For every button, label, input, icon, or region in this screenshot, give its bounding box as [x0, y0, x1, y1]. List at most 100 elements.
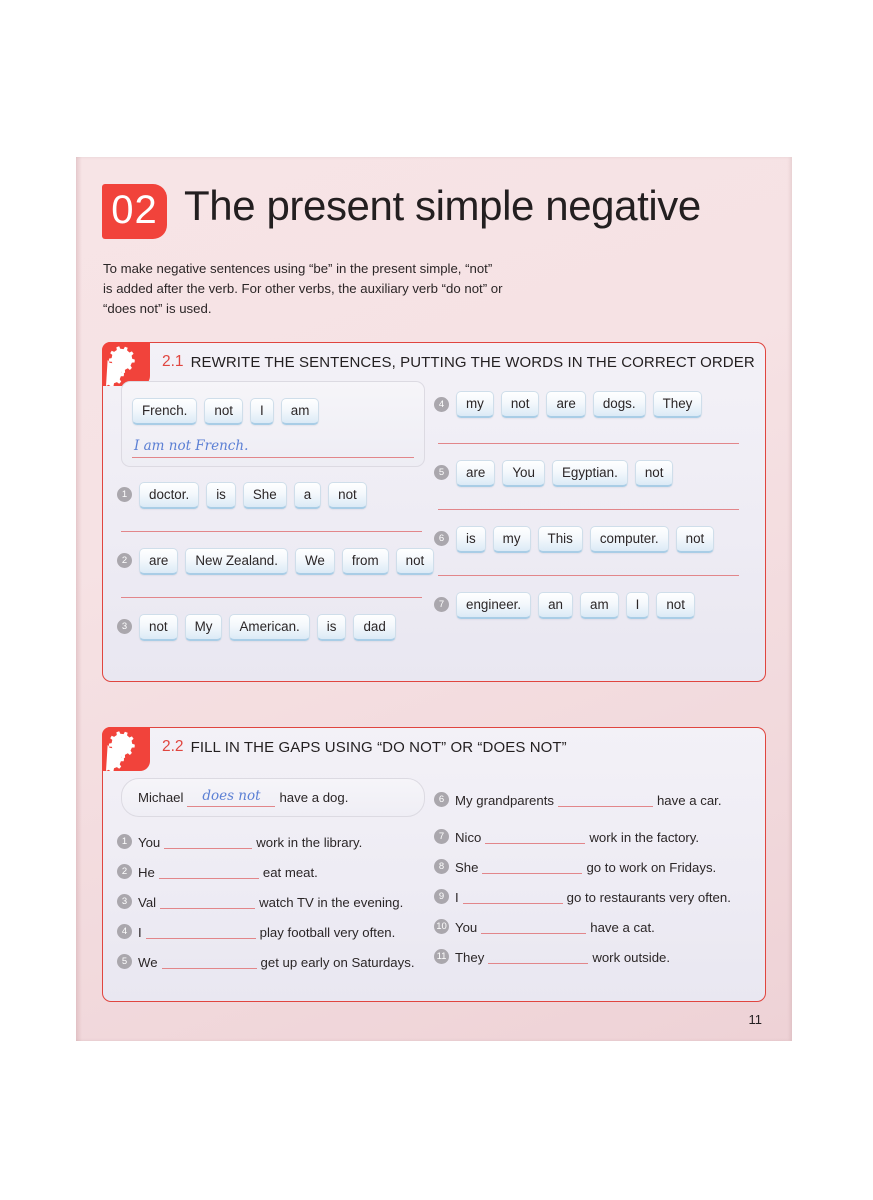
gap-fill-row: 2 He eat meat. [117, 857, 434, 887]
gap-fill-row: 5 We get up early on Saturdays. [117, 947, 434, 977]
word-tile[interactable]: I [250, 397, 274, 425]
item-number-badge: 2 [117, 864, 132, 880]
gap-fill-row: 4 I play football very often. [117, 917, 434, 947]
answer-blank[interactable] [462, 891, 563, 904]
row-subject: Val [138, 894, 157, 910]
item-number-badge: 5 [117, 954, 132, 970]
item-number-badge: 3 [117, 894, 132, 910]
gap-fill-row: 1 You work in the library. [117, 827, 434, 857]
row-subject: You [455, 919, 478, 935]
item-number-badge: 5 [434, 465, 449, 480]
row-subject: We [138, 954, 158, 970]
exercise-2-2-right-column: 6 My grandparents have a car. 7 Nico wor… [434, 778, 751, 977]
row-predicate: have a cat. [590, 919, 655, 935]
row-subject: My grandparents [455, 792, 554, 808]
word-tile[interactable]: an [538, 591, 574, 619]
row-subject: I [138, 924, 142, 940]
word-tile[interactable]: am [580, 591, 619, 619]
word-tile[interactable]: is [456, 525, 486, 553]
word-tile[interactable]: not [634, 459, 674, 487]
word-tile[interactable]: not [328, 481, 367, 509]
word-tile[interactable]: a [293, 481, 322, 509]
word-tile[interactable]: not [204, 397, 244, 425]
word-tile[interactable]: engineer. [456, 591, 532, 619]
page-title: The present simple negative [184, 182, 701, 229]
answer-blank[interactable] [481, 921, 587, 934]
exercise-2-1-row: 2 are New Zealand. We from not [117, 541, 435, 607]
row-subject: You [138, 834, 161, 850]
word-tile[interactable]: from [341, 547, 389, 575]
answer-blank[interactable] [482, 861, 583, 874]
answer-blank[interactable] [557, 794, 653, 807]
item-number-badge: 1 [117, 487, 132, 503]
word-tile[interactable]: French. [132, 397, 198, 425]
example-answer-text: I am not French. [132, 437, 414, 459]
word-tile[interactable]: my [456, 390, 494, 418]
word-tile[interactable]: This [537, 525, 583, 553]
exercise-2-1-row: 6 is my This computer. not [434, 519, 751, 585]
unit-intro-text: To make negative sentences using “be” in… [103, 261, 503, 317]
word-tile[interactable]: not [139, 613, 178, 641]
example-answer-text: does not [187, 787, 276, 808]
exercise-2-1-row: 7 engineer. an am I not [434, 585, 751, 651]
row-predicate: watch TV in the evening. [259, 894, 404, 910]
gears-icon [102, 727, 150, 771]
exercise-2-1-header: 2.1 REWRITE THE SENTENCES, PUTTING THE W… [102, 342, 765, 386]
word-tile[interactable]: Egyptian. [551, 459, 628, 487]
unit-number-badge: 02 [102, 184, 167, 239]
word-tile[interactable]: I [625, 591, 650, 619]
item-number-badge: 7 [434, 829, 449, 844]
word-tile[interactable]: not [675, 525, 715, 553]
word-tile[interactable]: are [546, 390, 586, 418]
word-tile[interactable]: New Zealand. [185, 547, 288, 575]
word-tile[interactable]: not [500, 390, 540, 418]
item-number-badge: 6 [434, 531, 449, 546]
exercise-2-1-example: French. not I am I am not French. [121, 381, 425, 468]
gap-fill-row: 9 I go to restaurants very often. [434, 882, 751, 912]
exercise-2-2-number: 2.2 [162, 738, 184, 755]
word-tile[interactable]: They [652, 390, 703, 418]
word-tile[interactable]: my [492, 525, 531, 553]
word-tile[interactable]: computer. [589, 525, 669, 553]
item-number-badge: 7 [434, 597, 449, 612]
answer-blank[interactable] [488, 951, 589, 964]
gap-fill-row: 7 Nico work in the factory. [434, 822, 751, 852]
workbook-page: 02 The present simple negative To make n… [76, 157, 792, 1041]
answer-blank[interactable] [164, 836, 253, 849]
word-tile[interactable]: doctor. [139, 481, 200, 509]
exercise-panel-2-1: 2.1 REWRITE THE SENTENCES, PUTTING THE W… [102, 342, 766, 682]
exercise-2-1-number: 2.1 [162, 353, 184, 370]
word-tile[interactable]: American. [229, 613, 310, 641]
row-predicate: go to work on Fridays. [586, 859, 717, 875]
word-tile[interactable]: not [395, 547, 435, 575]
word-tile-group: are You Egyptian. not [456, 453, 751, 493]
exercise-2-2-header: 2.2 FILL IN THE GAPS USING “DO NOT” OR “… [102, 727, 765, 771]
unit-title-row: 02 The present simple negative [102, 182, 701, 239]
gap-fill-row: 10 You have a cat. [434, 912, 751, 942]
word-tile[interactable]: is [206, 481, 236, 509]
item-number-badge: 9 [434, 889, 449, 904]
word-tile[interactable]: dogs. [592, 390, 646, 418]
row-subject: They [455, 949, 485, 965]
word-tile[interactable]: not [656, 591, 695, 619]
word-tile[interactable]: You [502, 459, 545, 487]
word-tile[interactable]: dad [353, 613, 396, 641]
row-predicate: play football very often. [259, 924, 396, 940]
exercise-2-1-row: 3 not My American. is dad [117, 607, 434, 673]
answer-blank[interactable] [158, 866, 259, 879]
answer-blank[interactable] [485, 831, 586, 844]
row-subject: He [138, 864, 155, 880]
word-tile[interactable]: am [280, 397, 320, 425]
word-tile[interactable]: We [294, 547, 335, 575]
item-number-badge: 11 [434, 949, 449, 964]
word-tile[interactable]: My [184, 613, 223, 641]
gap-fill-row: 11 They work outside. [434, 942, 751, 972]
answer-blank[interactable] [160, 896, 256, 909]
answer-blank[interactable] [145, 926, 256, 939]
answer-blank[interactable] [161, 956, 257, 969]
row-predicate: work outside. [592, 949, 671, 965]
word-tile[interactable]: are [456, 459, 496, 487]
word-tile[interactable]: She [242, 481, 287, 509]
word-tile[interactable]: is [316, 613, 347, 641]
word-tile[interactable]: are [139, 547, 179, 575]
